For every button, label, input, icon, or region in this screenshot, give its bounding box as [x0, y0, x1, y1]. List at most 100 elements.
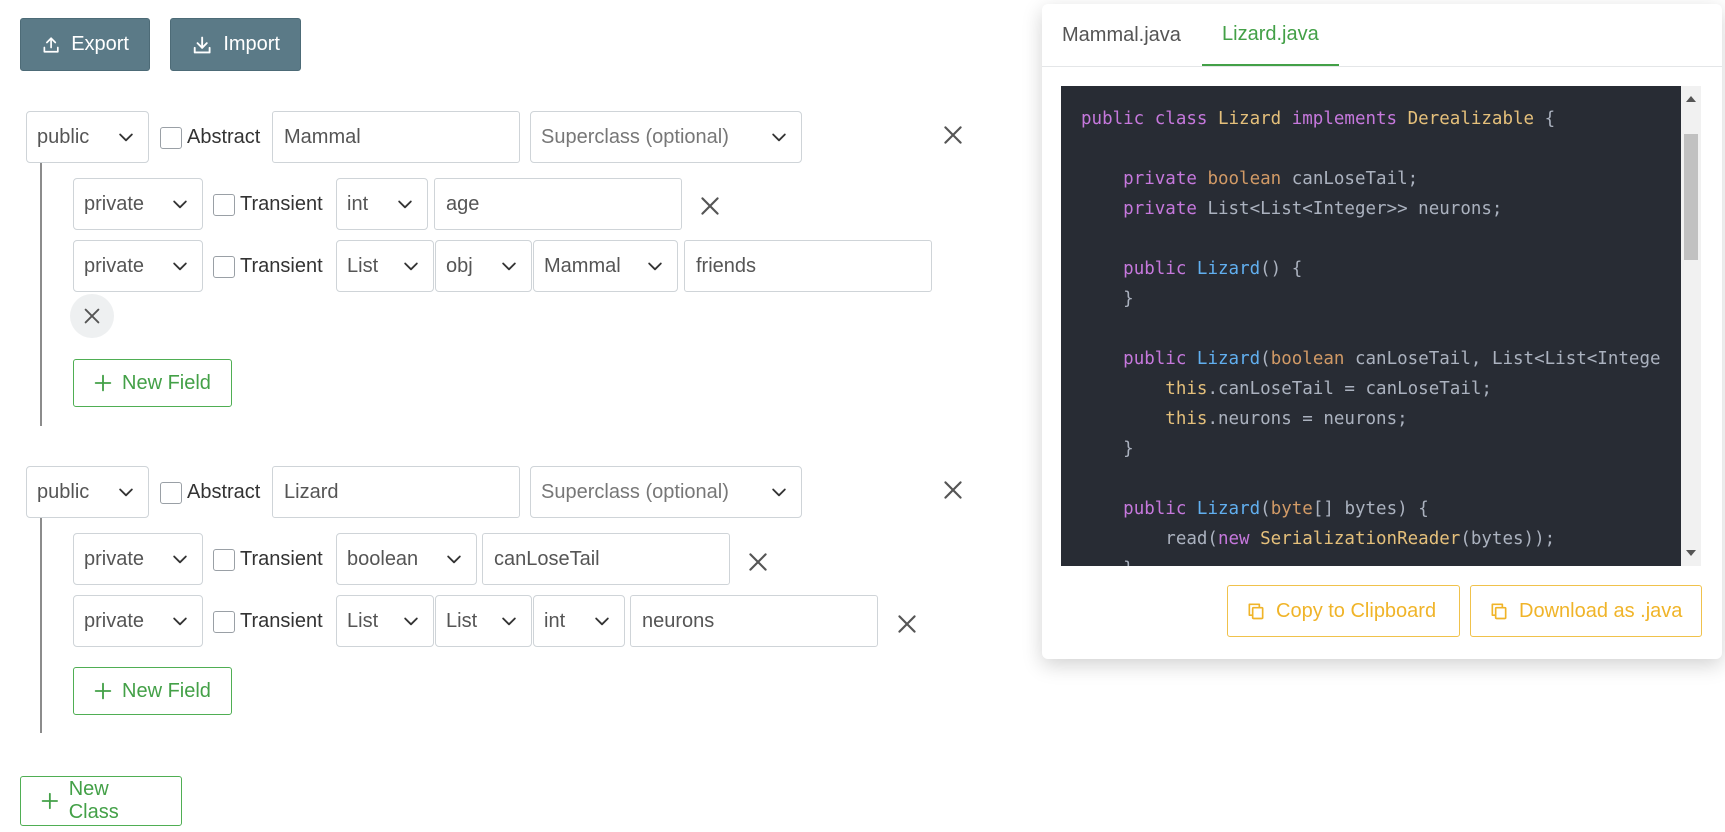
chevron-down-icon: [404, 262, 418, 271]
new-field-label: New Field: [122, 679, 211, 702]
download-label: Download as .java: [1519, 599, 1683, 622]
code-line: public Lizard(boolean canLoseTail, List<…: [1123, 349, 1661, 369]
scroll-down-arrow-icon[interactable]: [1686, 550, 1696, 556]
chevron-down-icon: [173, 200, 187, 209]
plus-icon: [94, 682, 112, 700]
checkbox-box[interactable]: [160, 126, 182, 149]
transient-checkbox[interactable]: Transient: [213, 255, 323, 278]
checkbox-box[interactable]: [213, 255, 235, 278]
tab-lizard-java[interactable]: Lizard.java: [1202, 4, 1339, 66]
new-field-button[interactable]: New Field: [73, 667, 232, 715]
code-line: }: [1081, 289, 1134, 309]
transient-checkbox[interactable]: Transient: [213, 548, 323, 571]
checkbox-box[interactable]: [160, 481, 182, 504]
download-java-button[interactable]: Download as .java: [1470, 585, 1702, 637]
field-generic-type-select[interactable]: obj: [435, 240, 532, 292]
remove-field-button[interactable]: [697, 193, 723, 219]
field-name-input[interactable]: canLoseTail: [482, 533, 730, 585]
tab-mammal-java[interactable]: Mammal.java: [1042, 4, 1201, 66]
transient-label: Transient: [240, 255, 323, 277]
class-divider-line: [40, 518, 42, 733]
chevron-down-icon: [648, 262, 662, 271]
field-type-value: Mammal: [544, 254, 621, 277]
field-name-input[interactable]: age: [434, 178, 682, 230]
import-button[interactable]: Import: [170, 18, 301, 71]
field-name-value: friends: [696, 254, 757, 277]
superclass-placeholder: Superclass (optional): [541, 480, 729, 503]
class-name-input[interactable]: Mammal: [272, 111, 520, 163]
upload-icon: [43, 36, 59, 53]
chevron-down-icon: [595, 617, 609, 626]
scroll-thumb[interactable]: [1684, 134, 1698, 260]
field-name-value: age: [446, 192, 480, 215]
field-name-input[interactable]: friends: [684, 240, 932, 292]
transient-label: Transient: [240, 610, 323, 632]
transient-label: Transient: [240, 193, 323, 215]
field-visibility-select[interactable]: private: [73, 595, 203, 647]
field-visibility-select[interactable]: private: [73, 240, 203, 292]
field-generic-type-select[interactable]: List: [435, 595, 532, 647]
field-name-input[interactable]: neurons: [630, 595, 878, 647]
field-type-value: int: [544, 609, 566, 632]
superclass-select[interactable]: Superclass (optional): [530, 111, 802, 163]
field-type-select[interactable]: int: [336, 178, 428, 230]
field-visibility-select[interactable]: private: [73, 533, 203, 585]
remove-class-button[interactable]: [940, 477, 966, 503]
chevron-down-icon: [447, 555, 461, 564]
checkbox-box[interactable]: [213, 193, 235, 216]
chevron-down-icon: [173, 262, 187, 271]
checkbox-box[interactable]: [213, 548, 235, 571]
close-icon: [701, 197, 719, 215]
abstract-label: Abstract: [187, 126, 261, 148]
field-type-value: int: [347, 192, 369, 215]
superclass-select[interactable]: Superclass (optional): [530, 466, 802, 518]
field-inner-type-select[interactable]: int: [533, 595, 625, 647]
abstract-checkbox[interactable]: Abstract: [160, 126, 260, 149]
class-visibility-select[interactable]: public: [26, 466, 149, 518]
field-name-value: neurons: [642, 609, 715, 632]
class-visibility-select[interactable]: public: [26, 111, 149, 163]
field-type-select[interactable]: List: [336, 595, 434, 647]
field-type-value: List: [347, 254, 379, 277]
abstract-label: Abstract: [187, 481, 261, 503]
remove-field-button[interactable]: [894, 611, 920, 637]
export-button[interactable]: Export: [20, 18, 150, 71]
field-visibility-value: private: [84, 547, 145, 570]
code-line: public Lizard(byte[] bytes) {: [1123, 499, 1429, 519]
new-class-button[interactable]: New Class: [20, 776, 182, 826]
field-object-type-select[interactable]: Mammal: [533, 240, 678, 292]
code-line: private List<List<Integer>> neurons;: [1123, 199, 1503, 219]
remove-field-button[interactable]: [70, 294, 114, 338]
field-type-value: List: [446, 609, 478, 632]
tab-label: Lizard.java: [1222, 22, 1319, 45]
checkbox-box[interactable]: [213, 610, 235, 633]
field-visibility-select[interactable]: private: [73, 178, 203, 230]
transient-label: Transient: [240, 548, 323, 570]
field-visibility-value: private: [84, 254, 145, 277]
field-type-select[interactable]: boolean: [336, 533, 477, 585]
code-line: public Lizard() {: [1123, 259, 1303, 279]
field-type-value: boolean: [347, 547, 419, 570]
remove-field-button[interactable]: [745, 549, 771, 575]
abstract-checkbox[interactable]: Abstract: [160, 481, 260, 504]
class-name-value: Mammal: [284, 125, 361, 148]
field-type-select[interactable]: List: [336, 240, 434, 292]
remove-class-button[interactable]: [940, 122, 966, 148]
field-name-value: canLoseTail: [494, 547, 600, 570]
tab-label: Mammal.java: [1062, 23, 1181, 46]
transient-checkbox[interactable]: Transient: [213, 610, 323, 633]
chevron-down-icon: [502, 262, 516, 271]
code-line: this.neurons = neurons;: [1165, 409, 1408, 429]
new-field-button[interactable]: New Field: [73, 359, 232, 407]
chevron-down-icon: [772, 488, 786, 497]
code-scrollbar[interactable]: [1681, 86, 1701, 566]
superclass-placeholder: Superclass (optional): [541, 125, 729, 148]
transient-checkbox[interactable]: Transient: [213, 193, 323, 216]
new-class-label: New Class: [68, 778, 119, 823]
download-icon: [193, 36, 211, 53]
class-name-input[interactable]: Lizard: [272, 466, 520, 518]
close-icon: [944, 126, 962, 144]
scroll-up-arrow-icon[interactable]: [1686, 96, 1696, 102]
class-name-value: Lizard: [284, 480, 339, 503]
copy-to-clipboard-button[interactable]: Copy to Clipboard: [1227, 585, 1460, 637]
